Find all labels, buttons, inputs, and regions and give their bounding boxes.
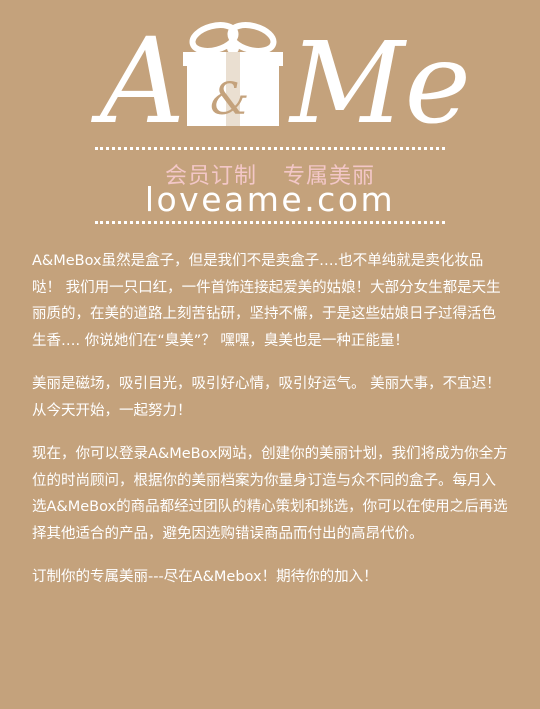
logo-letter-a: A [91, 12, 185, 140]
paragraph: 美丽是磁场，吸引目光，吸引好心情，吸引好运气。 美丽大事，不宜迟！从今天开始，一… [32, 376, 501, 419]
intro-text: A&MeBox虽然是盒子，但是我们不是卖盒子….也不单纯就是卖化妆品哒！ 我们用… [32, 248, 508, 608]
logo-letters-me: Me [288, 19, 471, 140]
paragraph: 现在，你可以登录A&MeBox网站，创建你的美丽计划，我们将成为你全方位的时尚顾… [32, 446, 508, 542]
dotted-divider-top [95, 147, 445, 150]
brand-logo: A & Me [0, 10, 540, 140]
paragraph: 订制你的专属美丽---尽在A&Mebox！期待你的加入！ [32, 569, 378, 585]
site-domain: loveame.com [144, 180, 396, 219]
paragraph: A&MeBox虽然是盒子，但是我们不是卖盒子….也不单纯就是卖化妆品哒！ 我们用… [32, 253, 501, 349]
dotted-divider-bottom [95, 221, 445, 224]
logo-ampersand: & [210, 74, 249, 125]
